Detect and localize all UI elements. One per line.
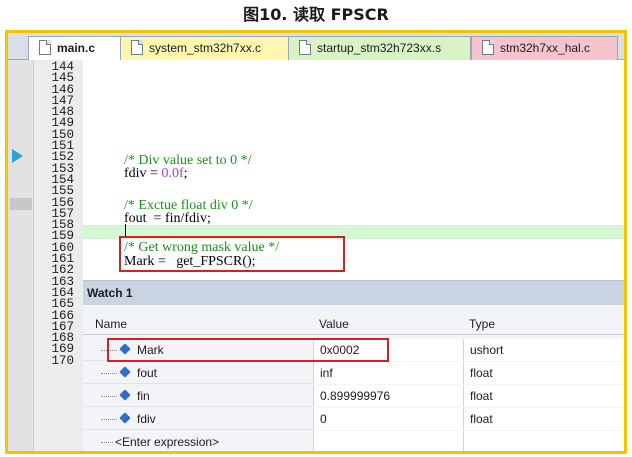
watch-row[interactable]: fout inf float [83,362,624,384]
watch-row[interactable]: fdiv 0 float [83,408,624,430]
watch-type: ushort [463,339,624,361]
column-header-type[interactable]: Type [463,313,624,335]
tab-stm32h7xx-hal[interactable]: stm32h7xx_hal.c [471,36,618,60]
variable-icon [119,366,131,378]
enter-expression-input[interactable]: <Enter expression> [115,431,305,451]
watch-type: float [463,408,624,430]
current-line-arrow-icon [12,149,23,163]
code-text: fdiv = [124,166,162,181]
code-line-152: fout = fin/fdiv; [124,212,211,226]
watch-highlight-box [107,338,389,362]
enter-expression-row[interactable]: <Enter expression> [83,431,624,451]
ide-window: main.c system_stm32h7xx.c startup_stm32h… [5,30,627,454]
watch-type: float [463,385,624,407]
watch-table: Name Value Type Mark 0x0002 ushort fout … [83,305,624,451]
watch-row[interactable]: fin 0.899999976 float [83,385,624,407]
tab-startup-stm32h723xx[interactable]: startup_stm32h723xx.s [288,36,471,60]
tab-main-c[interactable]: main.c [28,36,122,61]
tab-label: system_stm32h7xx.c [149,41,262,55]
watch-window: Watch 1 Name Value Type Mark 0x0002 usho… [83,280,624,451]
line-number: 170 [51,353,74,368]
line-numbers: 144 145 146 147 148 149 150 151 152 153 154 155 156 1… [34,61,74,368]
code-text: ; [183,166,188,181]
tab-system-stm32h7xx[interactable]: system_stm32h7xx.c [120,36,290,60]
file-icon [131,40,143,55]
tree-connector [101,419,117,420]
code-text: fout = fin/fdiv; [124,211,211,226]
tab-label: stm32h7xx_hal.c [500,41,591,55]
code-line-149: fdiv = 0.0f; [124,167,188,181]
code-editor[interactable]: /* Div value set to 0 */ fdiv = 0.0f; /*… [83,60,624,306]
watch-name: fin [137,389,150,403]
file-icon [299,40,311,55]
column-header-name[interactable]: Name [83,313,313,335]
watch-name: fdiv [137,412,156,426]
tab-label: startup_stm32h723xx.s [317,41,442,55]
watch-value[interactable]: inf [313,362,463,384]
tree-connector [101,442,113,443]
watch-value[interactable]: 0 [313,408,463,430]
variable-icon [119,412,131,424]
tree-connector [101,373,117,374]
column-header-value[interactable]: Value [313,313,463,335]
watch-type: float [463,362,624,384]
code-number: 0.0f [161,166,184,181]
line-marker [10,198,32,210]
watch-type-empty [463,431,624,451]
tree-connector [101,396,117,397]
watch-name: fout [137,366,158,380]
breakpoint-margin[interactable] [8,60,34,451]
figure-caption: 图10. 读取 FPSCR [243,5,389,24]
file-icon [39,40,51,55]
variable-icon [119,389,131,401]
watch-value-empty [313,431,463,451]
file-icon [482,40,494,55]
editor-tab-bar: main.c system_stm32h7xx.c startup_stm32h… [8,33,624,61]
tab-label: main.c [57,41,96,55]
watch-title: Watch 1 [83,281,624,305]
watch-value[interactable]: 0.899999976 [313,385,463,407]
code-highlight-box [119,236,345,272]
